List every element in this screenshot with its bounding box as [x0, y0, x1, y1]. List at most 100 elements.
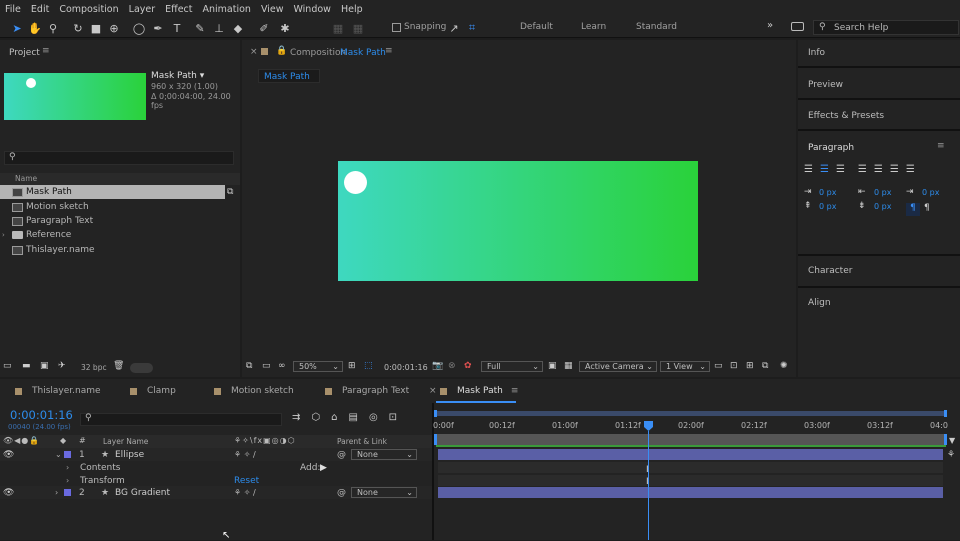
- toggle-mask-icon[interactable]: ⬚: [364, 361, 373, 371]
- new-folder-icon[interactable]: ▬: [22, 361, 31, 371]
- snap-target-icon[interactable]: ⌗: [464, 20, 480, 36]
- timeline-search-field[interactable]: ⚲: [80, 413, 282, 426]
- comp-canvas[interactable]: [338, 161, 698, 281]
- composition-panel-name[interactable]: Mask Path: [340, 48, 386, 58]
- search-help-field[interactable]: ⚲ Search Help: [813, 20, 959, 35]
- menu-edit[interactable]: Edit: [26, 4, 54, 15]
- close-tab-icon[interactable]: ×: [429, 386, 437, 396]
- layer-row-ellipse[interactable]: 👁 ⌄ 1 ★ Ellipse ⚘ ✧ ∕ @ None ⌄: [0, 448, 432, 461]
- transparency-grid-icon[interactable]: ▦: [564, 361, 573, 371]
- project-item-motion-sketch[interactable]: Motion sketch: [0, 200, 240, 214]
- layer-name[interactable]: Ellipse: [115, 450, 144, 460]
- draft-3d-icon[interactable]: ⬡: [311, 412, 320, 423]
- layer-duration-bar-ellipse[interactable]: [438, 449, 943, 460]
- work-area-start-handle[interactable]: [434, 410, 437, 417]
- layer-switches[interactable]: ⚘ ✧ ∕: [234, 488, 256, 497]
- fast-preview-icon[interactable]: ⊡: [730, 361, 738, 371]
- project-search-field[interactable]: ⚲: [4, 151, 234, 165]
- comp-tab[interactable]: Mask Path: [258, 69, 320, 83]
- layer-switches[interactable]: ⚘ ✧ ∕: [234, 450, 256, 459]
- menu-window[interactable]: Window: [288, 4, 335, 15]
- justify-right-icon[interactable]: ☰: [890, 164, 899, 175]
- layer-label-color[interactable]: [64, 489, 71, 496]
- layer-name[interactable]: BG Gradient: [115, 488, 170, 498]
- menu-file[interactable]: File: [0, 4, 26, 15]
- hand-tool-icon[interactable]: ✋: [27, 20, 43, 36]
- first-line-indent-value[interactable]: 0 px: [922, 188, 939, 197]
- space-after-value[interactable]: 0 px: [874, 202, 891, 211]
- always-preview-icon[interactable]: ⧉: [246, 361, 252, 371]
- trash-icon[interactable]: 🗑: [113, 361, 124, 371]
- safe-margins-icon[interactable]: ⊞: [348, 361, 356, 371]
- menu-effect[interactable]: Effect: [160, 4, 197, 15]
- zoom-dropdown[interactable]: 50% ⌄: [293, 361, 343, 372]
- layer-duration-bar-bg-gradient[interactable]: [438, 487, 943, 498]
- parent-link-header[interactable]: Parent & Link: [337, 437, 387, 446]
- align-left-icon[interactable]: ☰: [804, 164, 813, 175]
- work-area-bar[interactable]: [436, 411, 946, 416]
- preview-panel-title[interactable]: Preview: [808, 80, 843, 90]
- flowchart-icon[interactable]: ⧉: [762, 361, 768, 371]
- clone-stamp-tool-icon[interactable]: ⊥: [211, 20, 227, 36]
- comp-button-icon[interactable]: ▼: [949, 436, 955, 445]
- expand-chevron-icon[interactable]: ⌄: [55, 450, 62, 459]
- parent-dropdown[interactable]: None ⌄: [351, 449, 417, 460]
- rotate-tool-icon[interactable]: ↻: [70, 20, 86, 36]
- comp-end-handle[interactable]: [944, 434, 947, 445]
- effects-presets-panel-title[interactable]: Effects & Presets: [808, 111, 884, 121]
- render-icon[interactable]: ✈: [58, 361, 66, 371]
- comp-flowchart-icon[interactable]: ⇉: [292, 412, 300, 423]
- type-tool-icon[interactable]: T: [169, 20, 185, 36]
- rtl-direction-icon[interactable]: ¶: [924, 203, 930, 213]
- resolution-dropdown[interactable]: Full ⌄: [481, 361, 543, 372]
- character-panel-title[interactable]: Character: [808, 266, 852, 276]
- region-of-interest-icon[interactable]: ▣: [548, 361, 557, 371]
- project-item-reference[interactable]: › Reference: [0, 228, 240, 242]
- timeline-icon[interactable]: ⊞: [746, 361, 754, 371]
- align-right-icon[interactable]: ☰: [836, 164, 845, 175]
- layer-row-bg-gradient[interactable]: 👁 › 2 ★ BG Gradient ⚘ ✧ ∕ @ None ⌄: [0, 486, 432, 499]
- channel-icon[interactable]: ✿: [464, 361, 472, 371]
- thumbnail-slider[interactable]: [130, 363, 153, 373]
- workspace-overflow-icon[interactable]: »: [767, 20, 773, 31]
- sync-settings-icon[interactable]: [791, 22, 804, 31]
- exposure-icon[interactable]: ✺: [780, 361, 788, 371]
- shy-layers-icon[interactable]: ⌂: [331, 412, 337, 423]
- ltr-direction-icon[interactable]: ¶: [906, 203, 920, 216]
- timeline-tab-motion-sketch[interactable]: Motion sketch: [214, 386, 294, 396]
- layer-name-header[interactable]: Layer Name: [103, 437, 148, 446]
- lock-icon[interactable]: 🔒: [276, 46, 287, 56]
- frame-blending-icon[interactable]: ▤: [348, 412, 357, 423]
- comp-timecode[interactable]: 0:00:01:16: [384, 363, 428, 372]
- work-area-end-handle[interactable]: [944, 410, 947, 417]
- paragraph-panel-title[interactable]: Paragraph: [808, 143, 854, 153]
- flowchart-icon[interactable]: ⧉: [227, 187, 233, 197]
- roto-brush-tool-icon[interactable]: ✐: [256, 20, 272, 36]
- visibility-eye-icon[interactable]: 👁: [3, 450, 14, 460]
- snap-options-icon[interactable]: ↗: [446, 20, 462, 36]
- workspace-standard[interactable]: Standard: [636, 22, 677, 32]
- info-panel-title[interactable]: Info: [808, 48, 825, 58]
- workspace-learn[interactable]: Learn: [581, 22, 606, 32]
- workspace-default[interactable]: Default: [520, 22, 553, 32]
- comp-dropdown-icon[interactable]: ▾: [200, 71, 205, 81]
- name-column-header[interactable]: Name: [15, 174, 37, 183]
- eraser-tool-icon[interactable]: ◆: [230, 20, 246, 36]
- menu-view[interactable]: View: [256, 4, 289, 15]
- pickwhip-icon[interactable]: @: [337, 488, 346, 498]
- timeline-tab-thislayer[interactable]: Thislayer.name: [15, 386, 101, 396]
- indent-right-value[interactable]: 0 px: [874, 188, 891, 197]
- motion-blur-icon[interactable]: ◎: [369, 412, 378, 423]
- layer-label-color[interactable]: [64, 451, 71, 458]
- zoom-tool-icon[interactable]: ⚲: [45, 20, 61, 36]
- visibility-eye-icon[interactable]: 👁: [3, 488, 14, 498]
- menu-layer[interactable]: Layer: [124, 4, 161, 15]
- pen-tool-icon[interactable]: ✒: [150, 20, 166, 36]
- indent-left-value[interactable]: 0 px: [819, 188, 836, 197]
- expand-arrow-icon[interactable]: ›: [66, 463, 69, 472]
- interpret-footage-icon[interactable]: ▭: [3, 361, 12, 371]
- timeline-menu-icon[interactable]: ≡: [511, 386, 519, 396]
- bpc-button[interactable]: 32 bpc: [81, 363, 107, 372]
- contents-row[interactable]: › Contents Add: ▶: [0, 461, 432, 474]
- graph-icon[interactable]: ⚘: [947, 450, 955, 460]
